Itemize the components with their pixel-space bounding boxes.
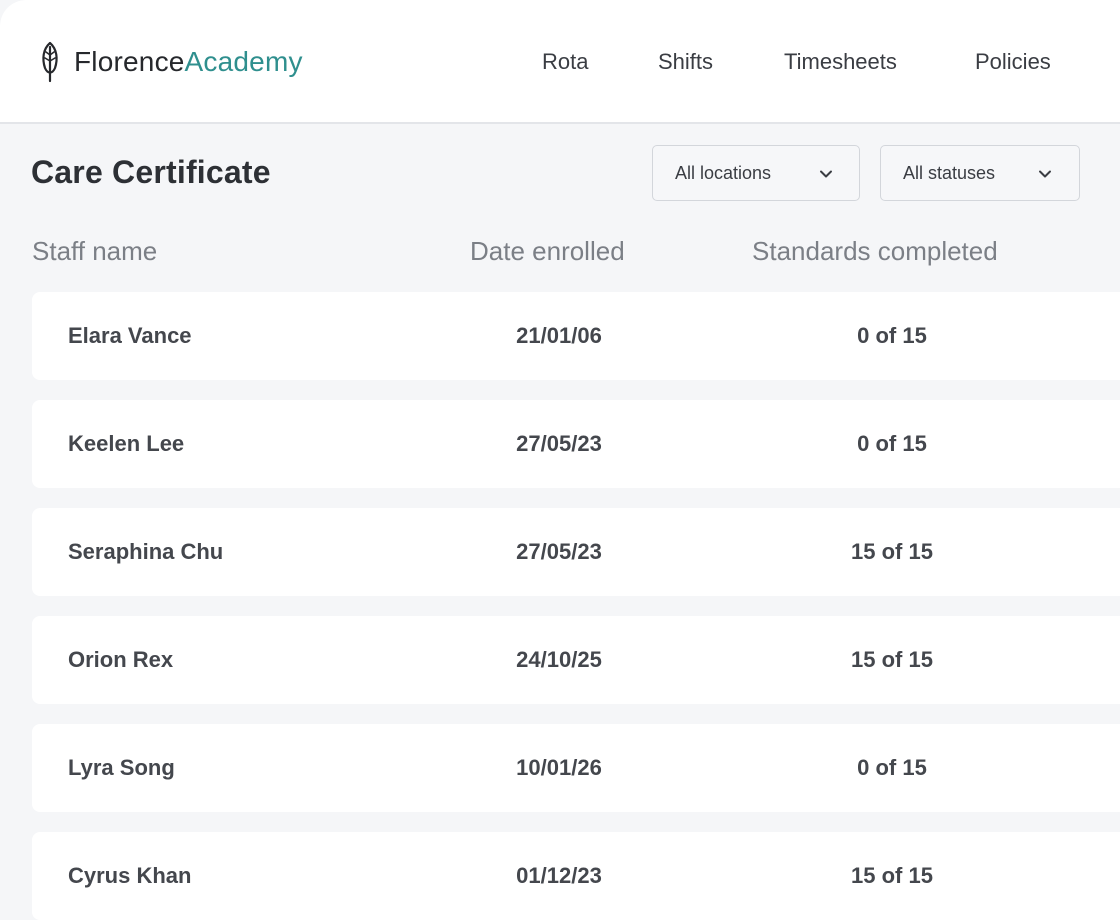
table-row[interactable]: Seraphina Chu 27/05/23 15 of 15 (32, 508, 1120, 596)
column-header-staff-name[interactable]: Staff name (32, 232, 157, 270)
table-row[interactable]: Keelen Lee 27/05/23 0 of 15 (32, 400, 1120, 488)
status-filter-value: All statuses (903, 163, 996, 183)
staff-name: Seraphina Chu (68, 539, 224, 564)
column-header-date-enrolled[interactable]: Date enrolled (470, 232, 625, 270)
standards-completed: 0 of 15 (857, 431, 927, 456)
date-enrolled: 27/05/23 (516, 431, 602, 456)
chevron-down-icon (818, 166, 834, 182)
status-filter-dropdown[interactable]: All statuses (880, 145, 1080, 201)
nav-item-rota[interactable]: Rota (542, 44, 588, 80)
standards-completed: 0 of 15 (857, 323, 927, 348)
nav-item-shifts[interactable]: Shifts (658, 44, 713, 80)
location-filter-dropdown[interactable]: All locations (652, 145, 860, 201)
staff-name: Lyra Song (68, 755, 175, 780)
table-row[interactable]: Elara Vance 21/01/06 0 of 15 (32, 292, 1120, 380)
column-header-standards-completed[interactable]: Standards completed (752, 232, 998, 270)
feather-icon (38, 41, 62, 83)
standards-completed: 15 of 15 (851, 647, 933, 672)
nav-item-policies[interactable]: Policies (975, 44, 1051, 80)
date-enrolled: 24/10/25 (516, 647, 602, 672)
brand-name-part1: Florence (74, 46, 185, 77)
chevron-down-icon (1037, 166, 1053, 182)
location-filter-value: All locations (675, 163, 772, 183)
table-row[interactable]: Cyrus Khan 01/12/23 15 of 15 (32, 832, 1120, 920)
date-enrolled: 10/01/26 (516, 755, 602, 780)
standards-completed: 15 of 15 (851, 863, 933, 888)
staff-name: Keelen Lee (68, 431, 185, 456)
staff-name: Orion Rex (68, 647, 174, 672)
staff-name: Elara Vance (68, 323, 192, 348)
page-title: Care Certificate (31, 154, 271, 190)
staff-name: Cyrus Khan (68, 863, 192, 888)
nav-item-timesheets[interactable]: Timesheets (784, 44, 897, 80)
table-row[interactable]: Orion Rex 24/10/25 15 of 15 (32, 616, 1120, 704)
date-enrolled: 01/12/23 (516, 863, 602, 888)
date-enrolled: 21/01/06 (516, 323, 602, 348)
standards-completed: 15 of 15 (851, 539, 933, 564)
brand-name-part2: Academy (184, 46, 303, 77)
brand-logo[interactable]: FlorenceAcademy (38, 40, 303, 84)
standards-completed: 0 of 15 (857, 755, 927, 780)
app-window: FlorenceAcademy Rota Shifts Timesheets P… (0, 0, 1120, 920)
brand-name: FlorenceAcademy (74, 40, 303, 84)
table-row[interactable]: Lyra Song 10/01/26 0 of 15 (32, 724, 1120, 812)
date-enrolled: 27/05/23 (516, 539, 602, 564)
top-header: FlorenceAcademy Rota Shifts Timesheets P… (0, 0, 1120, 124)
